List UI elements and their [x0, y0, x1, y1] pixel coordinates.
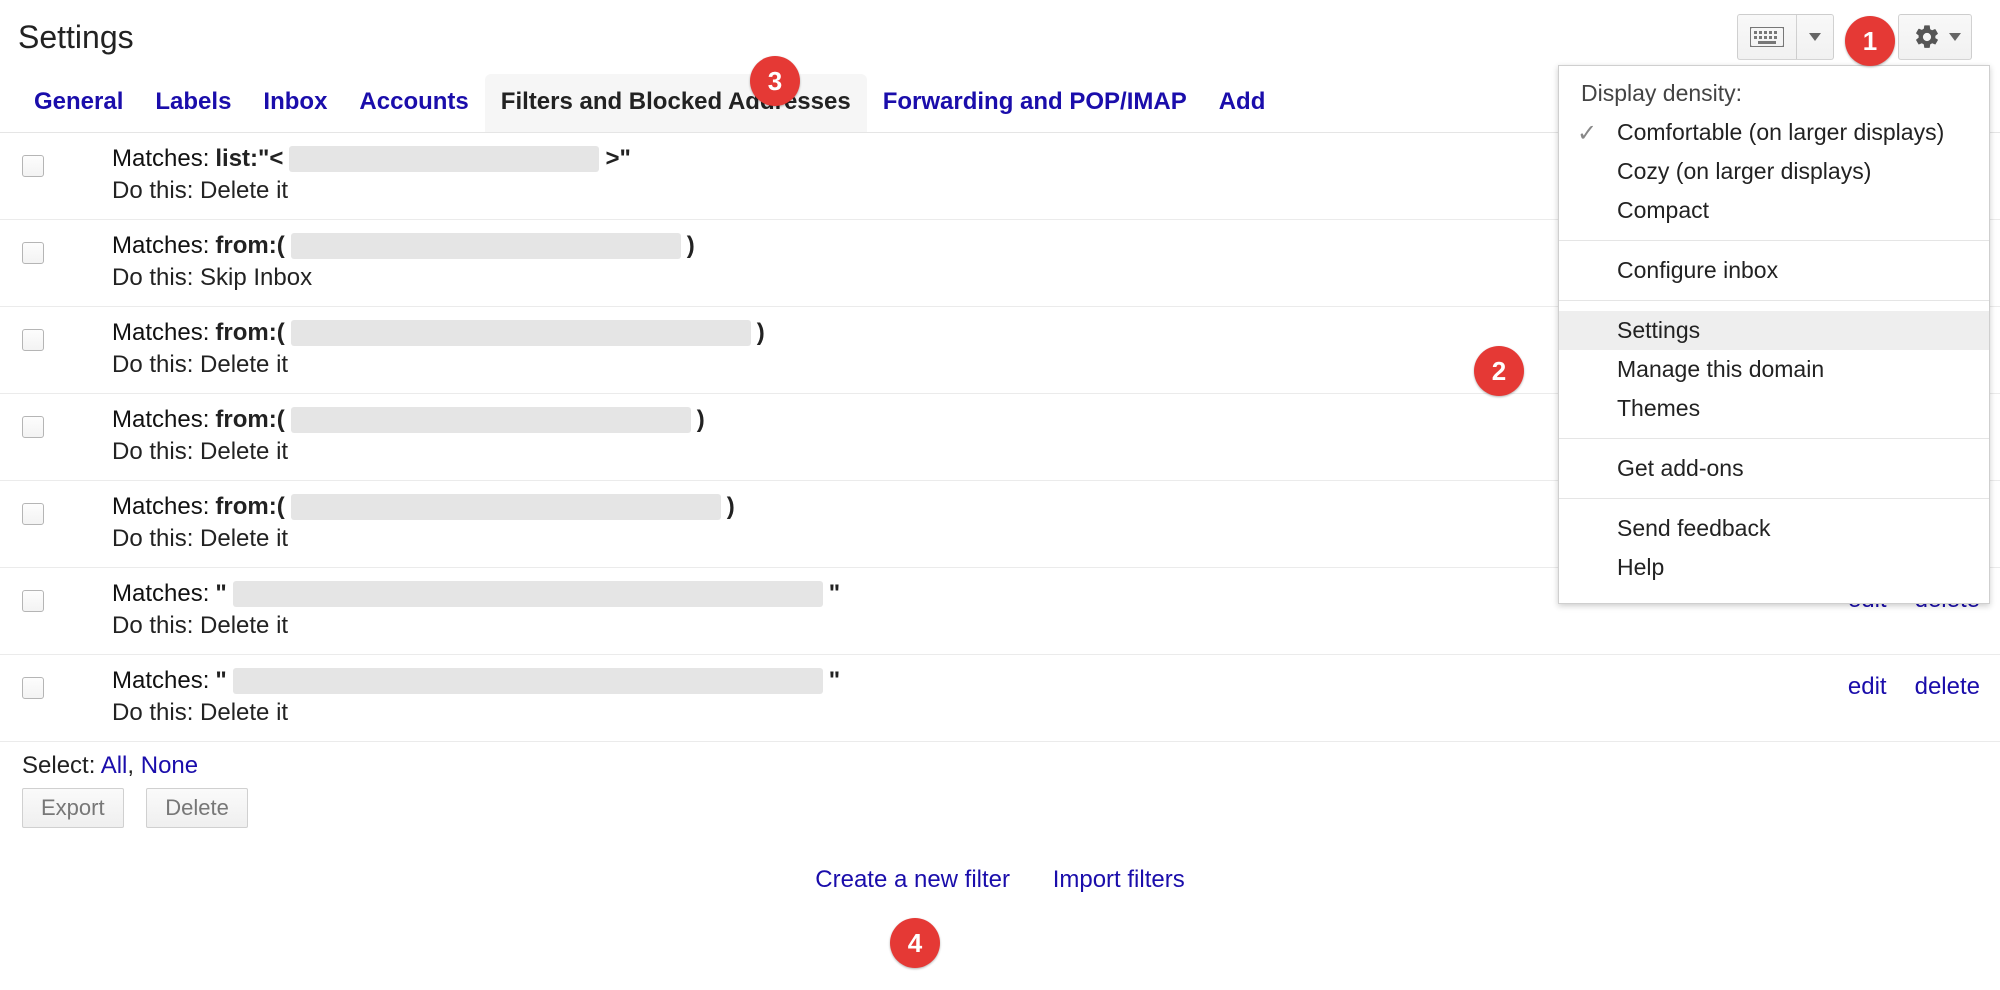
matches-label: Matches: [112, 406, 209, 434]
tab-filters-and-blocked-addresses[interactable]: Filters and Blocked Addresses [485, 74, 867, 132]
matches-label: Matches: [112, 145, 209, 173]
tab-inbox[interactable]: Inbox [247, 74, 343, 132]
dropdown-caret-icon [1949, 33, 1961, 41]
matches-label: Matches: [112, 493, 209, 521]
annotation-badge-3: 3 [750, 56, 800, 106]
match-suffix: >" [605, 145, 630, 173]
menu-item-configure-inbox[interactable]: Configure inbox [1559, 251, 1989, 290]
filter-checkbox[interactable] [22, 503, 44, 525]
edit-filter-link[interactable]: edit [1848, 673, 1887, 701]
action-line: Do this: Delete it [112, 612, 1848, 640]
filter-row-actions: edit delete [1848, 667, 1980, 701]
menu-density-header: Display density: [1559, 76, 1989, 113]
match-prefix: " [215, 580, 226, 608]
redacted-value [233, 581, 823, 607]
menu-item-manage-this-domain[interactable]: Manage this domain [1559, 350, 1989, 389]
match-suffix: ) [727, 493, 735, 521]
redacted-value [291, 233, 681, 259]
filter-checkbox[interactable] [22, 155, 44, 177]
match-suffix: ) [757, 319, 765, 347]
menu-item-label: Send feedback [1617, 515, 1770, 541]
filter-checkbox[interactable] [22, 416, 44, 438]
settings-gear-button[interactable] [1898, 14, 1972, 60]
redacted-value [233, 668, 823, 694]
tab-accounts[interactable]: Accounts [343, 74, 484, 132]
filter-checkbox[interactable] [22, 329, 44, 351]
keyboard-dropdown-button[interactable] [1797, 14, 1834, 60]
menu-item-help[interactable]: Help [1559, 548, 1989, 587]
delete-filter-link[interactable]: delete [1915, 673, 1980, 701]
match-prefix: list:"< [215, 145, 283, 173]
dropdown-caret-icon [1809, 33, 1821, 41]
menu-item-send-feedback[interactable]: Send feedback [1559, 509, 1989, 548]
menu-item-label: Themes [1617, 395, 1700, 421]
menu-item-label: Help [1617, 554, 1664, 580]
match-suffix: ) [687, 232, 695, 260]
menu-item-label: Cozy (on larger displays) [1617, 158, 1871, 184]
page-title: Settings [18, 19, 134, 56]
match-suffix: " [829, 667, 840, 695]
bottom-links: Create a new filter Import filters [22, 866, 1978, 894]
tab-forwarding-and-pop-imap[interactable]: Forwarding and POP/IMAP [867, 74, 1203, 132]
match-prefix: " [215, 667, 226, 695]
menu-item-label: Comfortable (on larger displays) [1617, 119, 1944, 145]
check-icon: ✓ [1577, 119, 1597, 148]
menu-item-get-add-ons[interactable]: Get add-ons [1559, 449, 1989, 488]
filters-footer: Select: All, None Export Delete Create a… [0, 742, 2000, 924]
menu-item-themes[interactable]: Themes [1559, 389, 1989, 428]
matches-label: Matches: [112, 580, 209, 608]
match-prefix: from:( [215, 406, 284, 434]
select-none-link[interactable]: None [141, 752, 198, 779]
filter-row: Matches:""Do this: Delete iteditdelete [0, 655, 2000, 742]
annotation-badge-2: 2 [1474, 346, 1524, 396]
menu-item-label: Compact [1617, 197, 1709, 223]
menu-item-label: Get add-ons [1617, 455, 1744, 481]
header-bar: Settings [0, 0, 2000, 74]
input-tools-group [1737, 14, 1834, 60]
redacted-value [291, 320, 751, 346]
annotation-badge-4: 4 [890, 918, 940, 968]
menu-item-settings[interactable]: Settings [1559, 311, 1989, 350]
settings-gear-group [1898, 14, 1972, 60]
match-prefix: from:( [215, 232, 284, 260]
menu-item-cozy-on-larger-displays-[interactable]: Cozy (on larger displays) [1559, 152, 1989, 191]
tab-general[interactable]: General [18, 74, 139, 132]
gear-icon [1913, 23, 1941, 51]
match-suffix: " [829, 580, 840, 608]
create-filter-link[interactable]: Create a new filter [815, 866, 1010, 893]
import-filters-link[interactable]: Import filters [1053, 866, 1185, 893]
tab-add[interactable]: Add [1203, 74, 1282, 132]
filter-text: Matches:""Do this: Delete it [112, 667, 1848, 727]
filter-checkbox[interactable] [22, 590, 44, 612]
delete-button[interactable]: Delete [146, 788, 248, 828]
menu-item-label: Settings [1617, 317, 1700, 343]
redacted-value [291, 407, 691, 433]
keyboard-icon [1750, 27, 1784, 47]
select-label: Select: [22, 752, 95, 779]
menu-item-label: Configure inbox [1617, 257, 1778, 283]
action-line: Do this: Delete it [112, 699, 1848, 727]
redacted-value [291, 494, 721, 520]
select-line: Select: All, None [22, 752, 1978, 780]
keyboard-button[interactable] [1737, 14, 1797, 60]
tab-labels[interactable]: Labels [139, 74, 247, 132]
export-button[interactable]: Export [22, 788, 124, 828]
redacted-value [289, 146, 599, 172]
matches-label: Matches: [112, 319, 209, 347]
filter-checkbox[interactable] [22, 242, 44, 264]
match-prefix: from:( [215, 493, 284, 521]
settings-menu: Display density: ✓ Comfortable (on larger… [1558, 65, 1990, 604]
menu-item-comfortable-on-larger-displays-[interactable]: ✓ Comfortable (on larger displays) [1559, 113, 1989, 152]
match-suffix: ) [697, 406, 705, 434]
match-prefix: from:( [215, 319, 284, 347]
matches-label: Matches: [112, 667, 209, 695]
select-all-link[interactable]: All [101, 752, 128, 779]
menu-item-label: Manage this domain [1617, 356, 1824, 382]
annotation-badge-1: 1 [1845, 16, 1895, 66]
filter-checkbox[interactable] [22, 677, 44, 699]
matches-label: Matches: [112, 232, 209, 260]
menu-item-compact[interactable]: Compact [1559, 191, 1989, 230]
